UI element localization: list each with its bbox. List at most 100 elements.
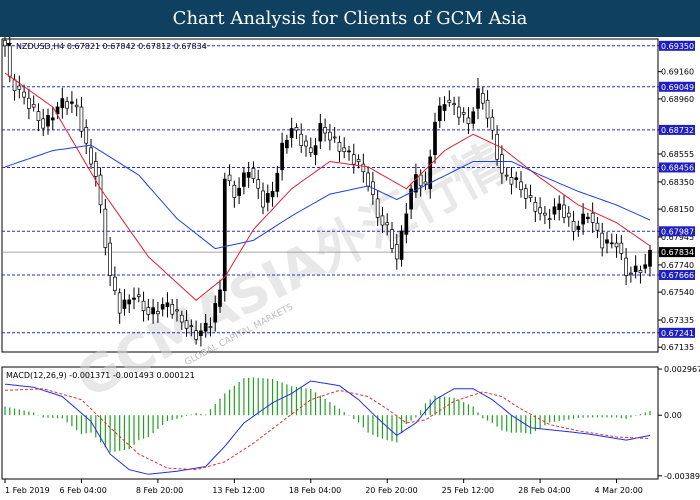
candle-body bbox=[576, 225, 581, 230]
macd-tick-label: -0.003895 bbox=[664, 472, 700, 481]
macd-tick-label: 0.00 bbox=[664, 411, 682, 420]
candle-body bbox=[222, 178, 227, 292]
candle-body bbox=[227, 174, 232, 182]
candle-body bbox=[122, 299, 127, 309]
candle-body bbox=[36, 111, 41, 122]
candle-body bbox=[136, 294, 141, 297]
candle-body bbox=[160, 304, 165, 310]
candle-body bbox=[7, 45, 12, 77]
candle-body bbox=[452, 103, 456, 105]
candle-body bbox=[385, 222, 390, 226]
time-tick-label: 8 Feb 20:00 bbox=[136, 486, 183, 495]
price-tick-label: 0.67740 bbox=[661, 261, 694, 270]
time-tick-label: 20 Feb 20:00 bbox=[365, 486, 417, 495]
watermark-text: GCMASIA外汇行情 bbox=[67, 133, 517, 410]
candle-body bbox=[619, 242, 624, 254]
candle-body bbox=[280, 142, 284, 170]
candle-body bbox=[156, 311, 160, 315]
candle-body bbox=[313, 145, 318, 156]
candle-body bbox=[485, 99, 490, 119]
candle-body bbox=[199, 330, 203, 337]
candle-body bbox=[638, 269, 643, 274]
candle-body bbox=[194, 330, 198, 340]
candle-body bbox=[390, 229, 394, 249]
price-tick-label: 0.68350 bbox=[661, 178, 694, 187]
price-tick-label: 0.68555 bbox=[661, 150, 694, 159]
candle-body bbox=[404, 213, 409, 235]
candle-body bbox=[614, 242, 619, 248]
candle-body bbox=[261, 190, 265, 208]
candle-body bbox=[27, 97, 31, 109]
candle-body bbox=[79, 106, 84, 132]
candle-body bbox=[342, 147, 347, 152]
candle-body bbox=[232, 184, 237, 198]
candle-body bbox=[643, 264, 648, 269]
candle-body bbox=[500, 154, 504, 174]
candle-body bbox=[361, 163, 366, 173]
price-tick-label: 0.67666 bbox=[661, 271, 694, 280]
candle-body bbox=[208, 326, 213, 328]
candle-body bbox=[533, 201, 538, 212]
candle-body bbox=[480, 93, 485, 104]
candle-body bbox=[12, 79, 17, 92]
candle-body bbox=[270, 191, 275, 198]
candle-body bbox=[514, 177, 519, 180]
price-tick-label: 0.69049 bbox=[661, 83, 694, 92]
candle-body bbox=[304, 140, 308, 147]
candle-body bbox=[586, 216, 590, 219]
price-tick-label: 0.68732 bbox=[661, 126, 694, 135]
candle-body bbox=[332, 136, 337, 139]
candle-body bbox=[237, 187, 241, 196]
candle-body bbox=[543, 212, 547, 216]
candle-body bbox=[471, 111, 476, 124]
price-tick-label: 0.68960 bbox=[661, 95, 694, 104]
chart-canvas: GCMASIA外汇行情GLOBAL CAPITAL MARKETSNZDUSD,… bbox=[1, 37, 700, 495]
candle-body bbox=[41, 118, 46, 129]
candle-body bbox=[17, 85, 22, 90]
candle-body bbox=[394, 244, 399, 260]
candle-body bbox=[179, 314, 184, 323]
candle-body bbox=[275, 172, 280, 192]
candle-body bbox=[256, 179, 261, 189]
candle-body bbox=[566, 212, 571, 218]
candle-body bbox=[447, 99, 452, 103]
candle-body bbox=[571, 221, 576, 232]
candle-body bbox=[490, 116, 495, 131]
candle-body bbox=[184, 320, 189, 329]
symbol-info: NZDUSD,H4 0.67821 0.67842 0.67812 0.6783… bbox=[16, 42, 207, 51]
candle-body bbox=[289, 128, 294, 139]
time-tick-label: 1 Feb 2019 bbox=[5, 486, 50, 495]
time-tick-label: 25 Feb 12:00 bbox=[442, 486, 494, 495]
price-tick-label: 0.67540 bbox=[661, 288, 694, 297]
candle-body bbox=[89, 147, 93, 165]
candle-body bbox=[538, 207, 542, 214]
candle-body bbox=[609, 242, 614, 245]
candle-body bbox=[380, 215, 385, 226]
candle-body bbox=[60, 98, 65, 109]
candle-body bbox=[242, 172, 246, 187]
candle-body bbox=[103, 208, 108, 248]
candle-body bbox=[146, 307, 151, 315]
candle-body bbox=[648, 249, 652, 267]
candle-body bbox=[581, 213, 585, 225]
candle-body bbox=[519, 181, 523, 191]
candle-body bbox=[285, 140, 289, 149]
banner-title: Chart Analysis for Clients of GCM Asia bbox=[0, 0, 700, 37]
time-tick-label: 13 Feb 12:00 bbox=[212, 486, 264, 495]
candle-body bbox=[528, 195, 533, 198]
candle-body bbox=[433, 121, 437, 156]
candle-body bbox=[3, 40, 7, 47]
candle-body bbox=[46, 115, 50, 127]
time-tick-label: 28 Feb 04:00 bbox=[518, 486, 570, 495]
candle-body bbox=[151, 307, 155, 315]
macd-info: MACD(12,26,9) -0.001371 -0.001493 0.0001… bbox=[6, 371, 195, 380]
candle-body bbox=[127, 299, 132, 305]
candle-body bbox=[629, 272, 633, 275]
macd-tick-label: 0.002967 bbox=[664, 365, 700, 374]
candle-body bbox=[562, 204, 566, 218]
candle-body bbox=[318, 123, 323, 142]
candle-body bbox=[65, 101, 69, 109]
price-tick-label: 0.69160 bbox=[661, 68, 694, 77]
candle-body bbox=[93, 161, 98, 177]
candle-body bbox=[218, 289, 222, 307]
